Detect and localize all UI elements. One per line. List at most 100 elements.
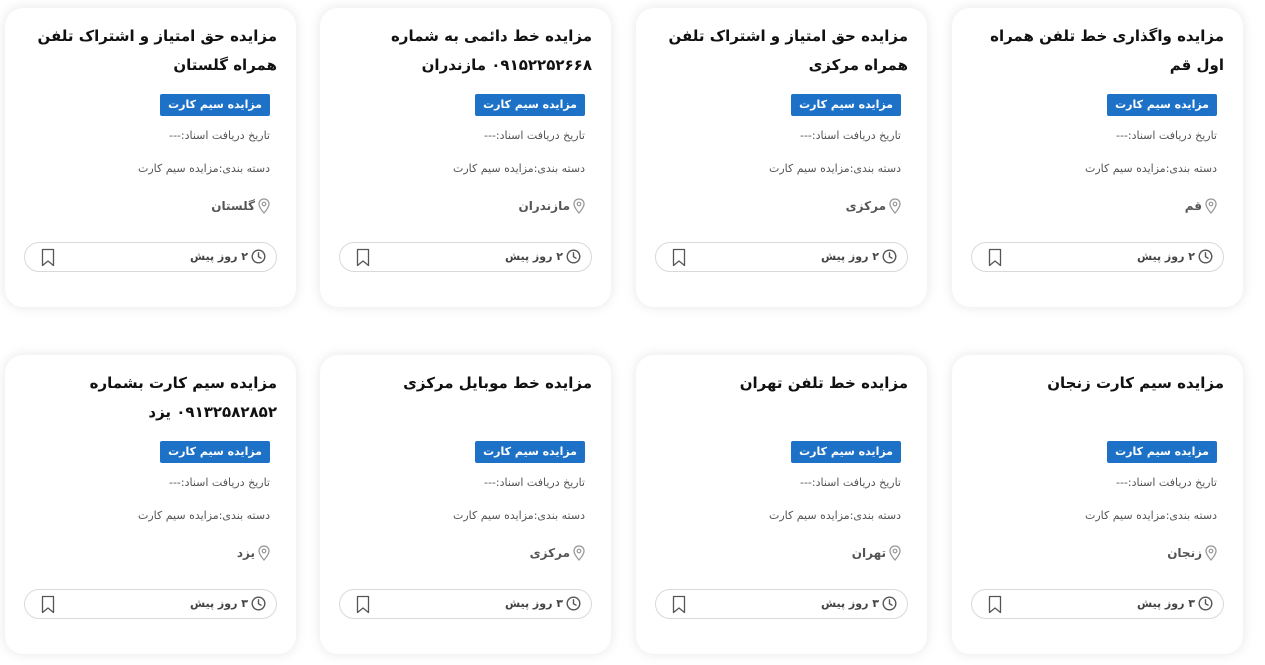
auction-card[interactable]: مزایده حق امتیاز و اشتراک تلفن همراه مرک…: [636, 8, 927, 307]
clock-icon: [882, 249, 897, 264]
location-name: زنجان: [1167, 546, 1202, 560]
posted-time: ۲ روز پیش: [190, 249, 266, 264]
category-text: دسته بندی:مزایده سیم کارت: [768, 509, 901, 522]
category-badge[interactable]: مزایده سیم کارت: [160, 94, 270, 116]
location-name: تهران: [851, 546, 886, 560]
map-pin-icon: [1205, 198, 1217, 214]
map-pin-icon: [258, 545, 270, 561]
document-date: تاریخ دریافت اسناد:---: [799, 129, 901, 142]
clock-icon: [1198, 249, 1213, 264]
category-badge[interactable]: مزایده سیم کارت: [160, 441, 270, 463]
bookmark-icon[interactable]: [41, 595, 55, 614]
card-footer: ۲ روز پیش: [339, 242, 592, 272]
map-pin-icon: [573, 198, 585, 214]
posted-time-text: ۲ روز پیش: [820, 250, 879, 263]
category-text: دسته بندی:مزایده سیم کارت: [452, 162, 585, 175]
auction-card[interactable]: مزایده سیم کارت بشماره ۰۹۱۳۲۵۸۲۸۵۲ یزد م…: [5, 355, 296, 654]
bookmark-icon[interactable]: [672, 595, 686, 614]
clock-icon: [566, 249, 581, 264]
card-footer: ۲ روز پیش: [24, 242, 277, 272]
auction-card[interactable]: مزایده واگذاری خط تلفن همراه اول قم مزای…: [952, 8, 1243, 307]
location: قم: [1185, 198, 1217, 214]
location-name: مازندران: [518, 199, 570, 213]
auction-card[interactable]: مزایده حق امتیاز و اشتراک تلفن همراه گلس…: [5, 8, 296, 307]
category-text: دسته بندی:مزایده سیم کارت: [137, 162, 270, 175]
location-name: یزد: [236, 546, 255, 560]
card-title[interactable]: مزایده حق امتیاز و اشتراک تلفن همراه گلس…: [24, 22, 277, 80]
auction-card[interactable]: مزایده خط موبایل مرکزی مزایده سیم کارت ت…: [320, 355, 611, 654]
category-text: دسته بندی:مزایده سیم کارت: [137, 509, 270, 522]
document-date: تاریخ دریافت اسناد:---: [168, 476, 270, 489]
location-name: مرکزی: [845, 199, 886, 213]
posted-time-text: ۳ روز پیش: [820, 597, 879, 610]
map-pin-icon: [889, 198, 901, 214]
card-title[interactable]: مزایده سیم کارت بشماره ۰۹۱۳۲۵۸۲۸۵۲ یزد: [24, 369, 277, 427]
auction-card[interactable]: مزایده خط تلفن تهران مزایده سیم کارت تار…: [636, 355, 927, 654]
bookmark-icon[interactable]: [356, 248, 370, 267]
location: مرکزی: [846, 198, 901, 214]
map-pin-icon: [1205, 545, 1217, 561]
bookmark-icon[interactable]: [356, 595, 370, 614]
posted-time-text: ۳ روز پیش: [504, 597, 563, 610]
card-title[interactable]: مزایده حق امتیاز و اشتراک تلفن همراه مرک…: [655, 22, 908, 80]
document-date: تاریخ دریافت اسناد:---: [799, 476, 901, 489]
card-footer: ۳ روز پیش: [339, 589, 592, 619]
card-title[interactable]: مزایده خط موبایل مرکزی: [339, 369, 592, 427]
auction-card[interactable]: مزایده سیم کارت زنجان مزایده سیم کارت تا…: [952, 355, 1243, 654]
posted-time: ۲ روز پیش: [505, 249, 581, 264]
card-title[interactable]: مزایده سیم کارت زنجان: [971, 369, 1224, 427]
location: زنجان: [1167, 545, 1217, 561]
posted-time: ۲ روز پیش: [821, 249, 897, 264]
posted-time: ۳ روز پیش: [505, 596, 581, 611]
bookmark-icon[interactable]: [988, 595, 1002, 614]
location-name: قم: [1184, 199, 1202, 213]
bookmark-icon[interactable]: [672, 248, 686, 267]
map-pin-icon: [573, 545, 585, 561]
category-text: دسته بندی:مزایده سیم کارت: [768, 162, 901, 175]
card-footer: ۳ روز پیش: [971, 589, 1224, 619]
card-footer: ۲ روز پیش: [971, 242, 1224, 272]
map-pin-icon: [889, 545, 901, 561]
location: گلستان: [211, 198, 270, 214]
category-badge[interactable]: مزایده سیم کارت: [791, 441, 901, 463]
posted-time: ۳ روز پیش: [190, 596, 266, 611]
document-date: تاریخ دریافت اسناد:---: [168, 129, 270, 142]
clock-icon: [882, 596, 897, 611]
bookmark-icon[interactable]: [41, 248, 55, 267]
location: مرکزی: [530, 545, 585, 561]
location: مازندران: [518, 198, 585, 214]
card-title[interactable]: مزایده خط تلفن تهران: [655, 369, 908, 427]
location: تهران: [852, 545, 901, 561]
category-text: دسته بندی:مزایده سیم کارت: [452, 509, 585, 522]
posted-time: ۲ روز پیش: [1137, 249, 1213, 264]
category-text: دسته بندی:مزایده سیم کارت: [1084, 509, 1217, 522]
category-text: دسته بندی:مزایده سیم کارت: [1084, 162, 1217, 175]
location-name: مرکزی: [529, 546, 570, 560]
category-badge[interactable]: مزایده سیم کارت: [475, 441, 585, 463]
auction-card[interactable]: مزایده خط دائمی به شماره ۰۹۱۵۲۲۵۲۶۶۸ ماز…: [320, 8, 611, 307]
bookmark-icon[interactable]: [988, 248, 1002, 267]
posted-time-text: ۲ روز پیش: [504, 250, 563, 263]
card-title[interactable]: مزایده خط دائمی به شماره ۰۹۱۵۲۲۵۲۶۶۸ ماز…: [339, 22, 592, 80]
document-date: تاریخ دریافت اسناد:---: [1115, 129, 1217, 142]
document-date: تاریخ دریافت اسناد:---: [483, 129, 585, 142]
clock-icon: [566, 596, 581, 611]
category-badge[interactable]: مزایده سیم کارت: [791, 94, 901, 116]
map-pin-icon: [258, 198, 270, 214]
posted-time: ۳ روز پیش: [821, 596, 897, 611]
card-title[interactable]: مزایده واگذاری خط تلفن همراه اول قم: [971, 22, 1224, 80]
auction-card-grid: مزایده واگذاری خط تلفن همراه اول قم مزای…: [0, 0, 1265, 665]
category-badge[interactable]: مزایده سیم کارت: [1107, 94, 1217, 116]
document-date: تاریخ دریافت اسناد:---: [1115, 476, 1217, 489]
clock-icon: [251, 249, 266, 264]
posted-time-text: ۲ روز پیش: [189, 250, 248, 263]
posted-time-text: ۳ روز پیش: [189, 597, 248, 610]
category-badge[interactable]: مزایده سیم کارت: [1107, 441, 1217, 463]
card-footer: ۳ روز پیش: [24, 589, 277, 619]
posted-time-text: ۳ روز پیش: [1136, 597, 1195, 610]
card-footer: ۳ روز پیش: [655, 589, 908, 619]
posted-time-text: ۲ روز پیش: [1136, 250, 1195, 263]
category-badge[interactable]: مزایده سیم کارت: [475, 94, 585, 116]
location: یزد: [237, 545, 270, 561]
posted-time: ۳ روز پیش: [1137, 596, 1213, 611]
